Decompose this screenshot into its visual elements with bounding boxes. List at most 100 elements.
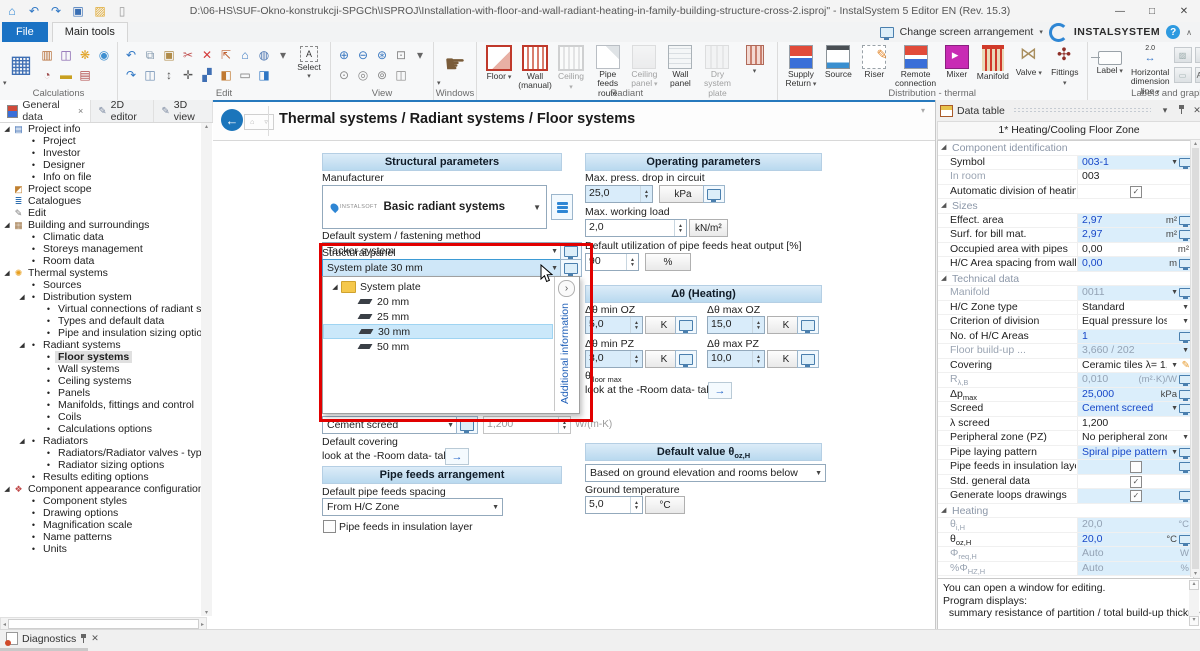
ribbon-button-mixer[interactable]: Mixer [939,44,975,80]
property-row-[interactable]: θoz,H20,0°C [938,533,1193,548]
property-value-cell[interactable]: 0011▼ [1077,286,1193,300]
screed-monitor-button[interactable] [456,416,478,434]
dropdown-option-50-mm[interactable]: 50 mm [323,339,553,354]
dtheta-max-pz-monitor[interactable] [797,350,819,368]
expand-arrow-icon[interactable]: ◢ [941,272,946,286]
property-row-[interactable]: %ΦHZ,HAuto% [938,562,1193,577]
minimize-button[interactable]: — [1104,1,1136,22]
tree-vertical-scrollbar[interactable]: ▴▾ [201,123,212,616]
property-value-cell[interactable]: Standard▼ [1077,301,1193,315]
property-row-pipe-feeds-in-insulation-layer[interactable]: Pipe feeds in insulation layer [938,460,1193,475]
property-row-criterion-of-division[interactable]: Criterion of divisionEqual pressure loss… [938,315,1193,330]
utilization-spinner[interactable]: 90▲▼ [585,253,639,271]
property-value-cell[interactable]: 20,0°C [1077,533,1193,547]
pages-icon[interactable]: ◫ [141,66,159,84]
tree-item-project-scope[interactable]: ◩Project scope [0,183,201,195]
pin-icon[interactable] [80,634,87,643]
zoom-box-icon[interactable]: ⊡ [392,46,410,64]
chevron-down-icon[interactable]: ▼ [1171,156,1178,170]
ribbon-button-valve[interactable]: Valve ▾ [1011,44,1047,79]
calculator-icon[interactable]: ▦ [4,44,38,84]
ribbon-button-remote-connection[interactable]: Remote connection [892,44,938,90]
open-file-icon[interactable]: ▨ [90,2,110,20]
redo-icon[interactable]: ↷ [122,66,140,84]
ribbon-button-floor[interactable]: Floor ▾ [481,44,517,83]
undo-quick-icon[interactable]: ↶ [24,2,44,20]
tree-item-catalogues[interactable]: ≣Catalogues [0,195,201,207]
move-icon[interactable]: ⇱ [217,46,235,64]
audit-icon[interactable]: ◫ [57,46,75,64]
property-row-surf-for-bill-mat[interactable]: Surf. for bill mat.2,97m² [938,228,1193,243]
pencil-icon[interactable]: ✎ [1182,359,1190,373]
tree-item-project-info[interactable]: ◢▤Project info [0,123,201,135]
tree-item-component-styles[interactable]: •Component styles [0,495,201,507]
tree-item-floor-systems[interactable]: •Floor systems [0,351,201,363]
img2-icon[interactable]: ▤ [1195,47,1200,63]
zoom-out-icon[interactable]: ⊖ [354,46,372,64]
help-icon[interactable]: ? [1166,25,1180,39]
undo-icon[interactable]: ↶ [122,46,140,64]
property-value-cell[interactable]: 3,660 / 202▼ [1077,344,1193,358]
property-value-cell[interactable]: Spiral pipe pattern▼ [1077,446,1193,460]
expand-arrow-icon[interactable]: ◢ [2,221,12,229]
close-icon[interactable]: ✕ [1191,105,1200,116]
property-row-manifold[interactable]: Manifold0011▼ [938,286,1193,301]
ribbon-button-wall-manual[interactable]: Wall (manual) [517,44,553,92]
spacing-combo[interactable]: From H/C Zone▼ [322,498,503,516]
valign-icon[interactable]: ↕ [160,66,178,84]
property-row-[interactable]: θi,H20,0°C [938,518,1193,533]
tree-item-project[interactable]: •Project [0,135,201,147]
mirror-icon[interactable]: ◧ [217,66,235,84]
tree-item-info-on-file[interactable]: •Info on file [0,171,201,183]
tree-item-results-editing-options[interactable]: •Results editing options [0,471,201,483]
scale-icon[interactable]: ▞ [198,66,216,84]
ribbon-button-manifold[interactable]: Manifold [975,44,1011,82]
catalogue-button[interactable] [551,194,573,220]
property-row-effect-area[interactable]: Effect. area2,97m² [938,214,1193,229]
property-grid-scrollbar[interactable]: ▴▾ [1190,140,1200,577]
property-value-cell[interactable]: 1,200 [1077,417,1193,431]
screed-combo[interactable]: Cement screed▼ [322,416,458,434]
diagnostics-tab[interactable]: Diagnostics ✕ [2,632,103,645]
zoom-prev-icon[interactable]: ⊙ [335,66,353,84]
expand-arrow-icon[interactable]: ◢ [2,485,12,493]
checkbox[interactable]: ✓ [1130,476,1142,488]
tree-item-ceiling-systems[interactable]: •Ceiling systems [0,375,201,387]
property-row-peripheral-zone-pz[interactable]: Peripheral zone (PZ)No peripheral zone▼ [938,431,1193,446]
kpa-unit-button[interactable]: kPa [659,185,707,203]
tab-main-tools[interactable]: Main tools [52,22,128,42]
ribbon-button-source[interactable]: Source [820,44,856,80]
property-value-cell[interactable]: 003-1▼ [1077,156,1193,170]
tree-item-storeys-management[interactable]: •Storeys management [0,243,201,255]
redo-quick-icon[interactable]: ↷ [46,2,66,20]
property-row-h-c-zone-type[interactable]: H/C Zone typeStandard▼ [938,301,1193,316]
expand-arrow-icon[interactable]: ◢ [941,504,946,518]
pipe-feeds-insulation-checkbox[interactable] [323,520,336,533]
property-value-cell[interactable] [1077,460,1193,474]
dtheta-min-pz-spinner[interactable]: 3,0▲▼ [585,350,643,368]
zoom-sel-icon[interactable]: ⊚ [373,66,391,84]
max-working-load-spinner[interactable]: 2,0▲▼ [585,219,687,237]
tree-item-room-data[interactable]: •Room data [0,255,201,267]
expand-arrow-icon[interactable]: ◢ [941,199,946,213]
property-value-cell[interactable]: Equal pressure losses▼ [1077,315,1193,329]
dtheta-max-pz-spinner[interactable]: 10,0▲▼ [707,350,765,368]
property-value-cell[interactable]: ✓ [1077,185,1193,199]
change-screen-arrangement[interactable]: Change screen arrangement [900,26,1034,38]
tree-item-drawing-options[interactable]: •Drawing options [0,507,201,519]
tree-item-investor[interactable]: •Investor [0,147,201,159]
group-menu-arrow-icon[interactable]: ▾ [3,79,7,87]
property-row-covering[interactable]: CoveringCeramic tiles λ= 1,0 10mm - 0,01… [938,359,1193,374]
save-icon[interactable]: ▣ [68,2,88,20]
copy-icon[interactable]: ⧉ [141,46,159,64]
percent-unit-button[interactable]: % [645,253,691,271]
expand-arrow-icon[interactable]: ◢ [2,269,12,277]
chevron-down-icon[interactable]: ▼ [1171,402,1178,416]
celsius-unit-button[interactable]: °C [645,496,685,514]
expand-arrow-icon[interactable]: ◢ [941,141,946,155]
select-button[interactable]: ASelect▾ [292,44,326,80]
property-row-std-general-data[interactable]: Std. general data✓ [938,475,1193,490]
property-row-p[interactable]: Δpmax25,000kPa [938,388,1193,403]
dtheta-max-oz-spinner[interactable]: 15,0▲▼ [707,316,765,334]
dtheta-min-oz-spinner[interactable]: 5,0▲▼ [585,316,643,334]
